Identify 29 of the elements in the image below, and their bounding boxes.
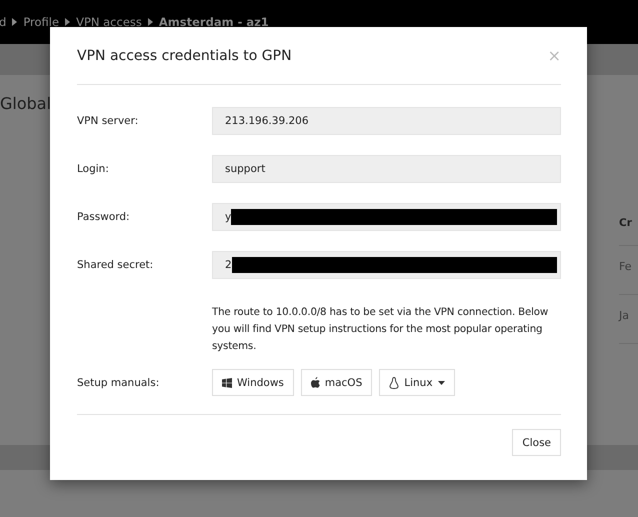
- input-field[interactable]: 2: [212, 251, 561, 279]
- page-heading: Global: [0, 94, 52, 115]
- close-button[interactable]: Close: [512, 429, 561, 456]
- input-field[interactable]: 213.196.39.206: [212, 107, 561, 135]
- input-field[interactable]: y: [212, 203, 561, 231]
- breadcrumb-link[interactable]: Profile: [23, 15, 60, 29]
- windows-icon: [222, 378, 232, 388]
- manual-button[interactable]: Windows: [212, 369, 294, 396]
- input-field[interactable]: support: [212, 155, 561, 183]
- breadcrumb-link[interactable]: VPN access: [76, 15, 142, 29]
- table-cell: Ja: [619, 295, 638, 344]
- breadcrumb-link[interactable]: d: [0, 15, 6, 29]
- field-label: Setup manuals:: [77, 376, 160, 388]
- chevron-icon: [65, 18, 70, 26]
- manual-button[interactable]: macOS: [300, 369, 372, 396]
- table-cell: Fe: [619, 246, 638, 295]
- apple-icon: [310, 377, 320, 388]
- field-label: Login:: [77, 163, 110, 175]
- field-label: VPN server:: [77, 115, 140, 127]
- chevron-icon: [12, 18, 18, 26]
- field-label: Password:: [77, 211, 131, 223]
- breadcrumb-link[interactable]: Amsterdam - az1: [158, 15, 269, 29]
- chevron-icon: [148, 18, 153, 26]
- info-text: The route to 10.0.0.0/8 has to be set via the VPN connection. Below you will find VPN setup instructions for the most popular operating systems.: [212, 306, 550, 354]
- linux-dropdown-button[interactable]: Linux: [379, 369, 455, 396]
- field-label: Shared secret:: [77, 259, 154, 271]
- column-header: Cr: [619, 213, 638, 246]
- penguin-icon: [389, 376, 400, 388]
- dialog-title: VPN access credentials to GPN: [77, 48, 292, 64]
